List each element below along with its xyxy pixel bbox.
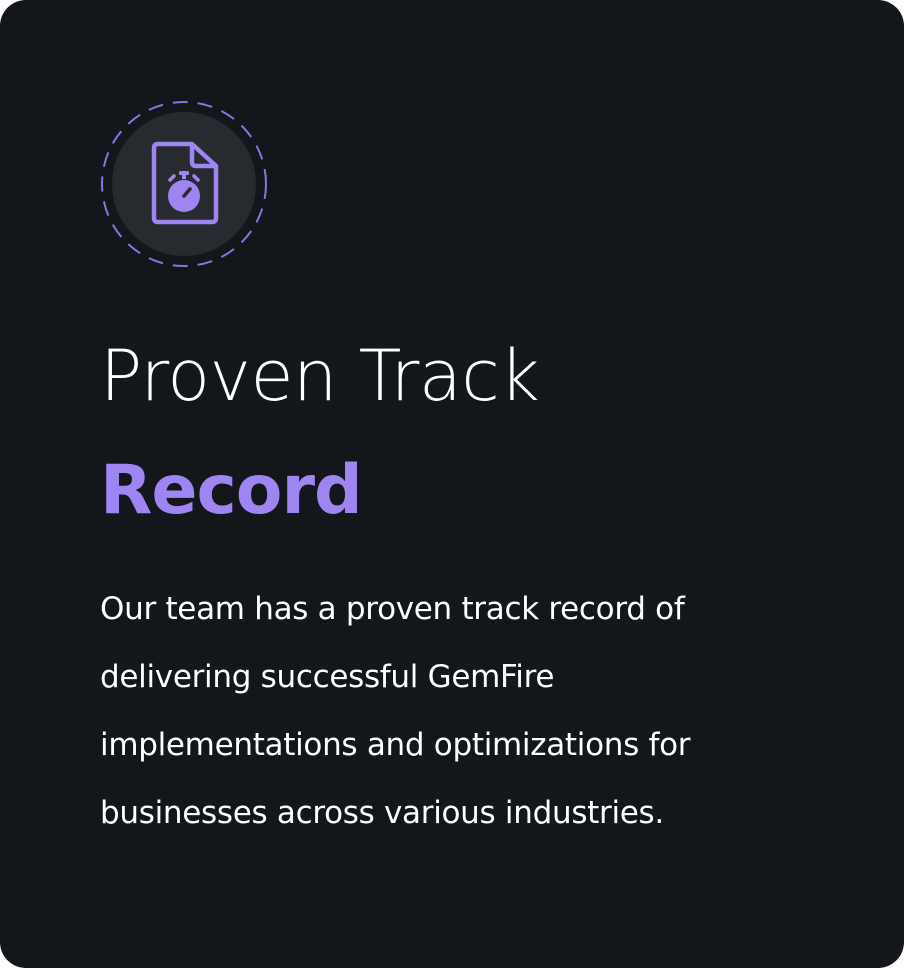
icon-badge — [100, 100, 268, 268]
title-line-primary: Proven Track — [100, 335, 540, 417]
title-line-accent: Record — [100, 451, 363, 530]
card-description: Our team has a proven track record of de… — [100, 591, 691, 831]
feature-card: Proven Track Record Our team has a prove… — [0, 0, 904, 968]
document-stopwatch-icon — [101, 101, 267, 267]
card-title: Proven Track Record — [100, 330, 860, 536]
